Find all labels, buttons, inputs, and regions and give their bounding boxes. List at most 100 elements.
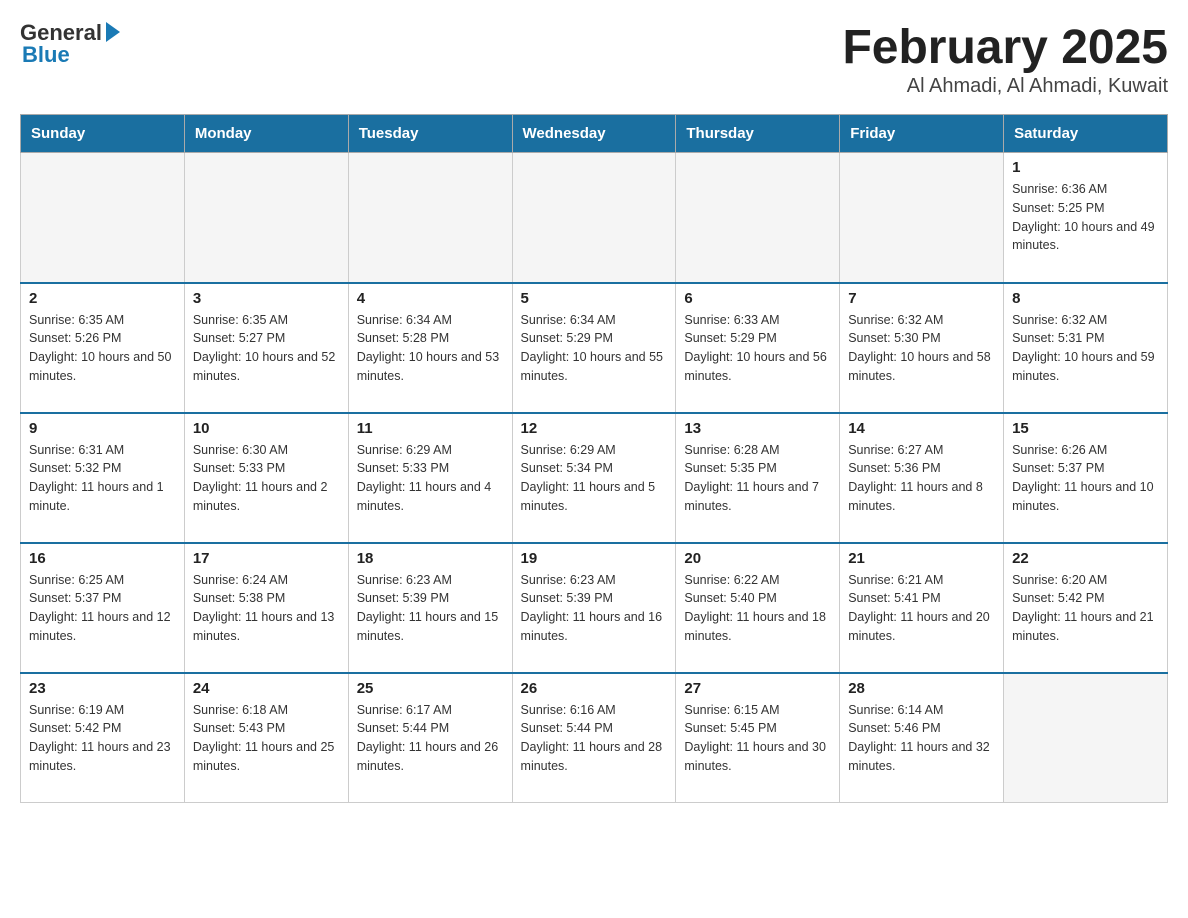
calendar-cell	[21, 153, 185, 283]
calendar-cell: 5 Sunrise: 6:34 AM Sunset: 5:29 PM Daylig…	[512, 283, 676, 413]
day-number: 24	[193, 680, 340, 697]
day-info: Sunrise: 6:29 AM Sunset: 5:33 PM Dayligh…	[357, 441, 504, 516]
day-info: Sunrise: 6:14 AM Sunset: 5:46 PM Dayligh…	[848, 701, 995, 776]
calendar-cell: 15 Sunrise: 6:26 AM Sunset: 5:37 PM Dayli…	[1004, 413, 1168, 543]
calendar-cell: 14Sunrise: 6:27 AM Sunset: 5:36 PM Dayli…	[840, 413, 1004, 543]
day-info: Sunrise: 6:34 AM Sunset: 5:28 PM Dayligh…	[357, 311, 504, 386]
calendar-cell: 28 Sunrise: 6:14 AM Sunset: 5:46 PM Dayli…	[840, 673, 1004, 803]
day-number: 20	[684, 550, 831, 567]
calendar-subtitle: Al Ahmadi, Al Ahmadi, Kuwait	[842, 75, 1168, 98]
day-info: Sunrise: 6:30 AM Sunset: 5:33 PM Dayligh…	[193, 441, 340, 516]
calendar-cell: 3Sunrise: 6:35 AM Sunset: 5:27 PM Daylig…	[184, 283, 348, 413]
day-number: 12	[521, 420, 668, 437]
calendar-cell	[840, 153, 1004, 283]
calendar-cell: 4 Sunrise: 6:34 AM Sunset: 5:28 PM Daylig…	[348, 283, 512, 413]
day-info: Sunrise: 6:20 AM Sunset: 5:42 PM Dayligh…	[1012, 571, 1159, 646]
calendar-week-3: 9 Sunrise: 6:31 AM Sunset: 5:32 PM Daylig…	[21, 413, 1168, 543]
calendar-cell: 21Sunrise: 6:21 AM Sunset: 5:41 PM Dayli…	[840, 543, 1004, 673]
day-info: Sunrise: 6:19 AM Sunset: 5:42 PM Dayligh…	[29, 701, 176, 776]
day-number: 26	[521, 680, 668, 697]
calendar-cell: 22 Sunrise: 6:20 AM Sunset: 5:42 PM Dayli…	[1004, 543, 1168, 673]
day-number: 13	[684, 420, 831, 437]
calendar-cell: 9 Sunrise: 6:31 AM Sunset: 5:32 PM Daylig…	[21, 413, 185, 543]
day-number: 25	[357, 680, 504, 697]
day-info: Sunrise: 6:18 AM Sunset: 5:43 PM Dayligh…	[193, 701, 340, 776]
day-number: 17	[193, 550, 340, 567]
col-tuesday: Tuesday	[348, 115, 512, 153]
calendar-cell: 23 Sunrise: 6:19 AM Sunset: 5:42 PM Dayli…	[21, 673, 185, 803]
day-number: 5	[521, 290, 668, 307]
day-info: Sunrise: 6:28 AM Sunset: 5:35 PM Dayligh…	[684, 441, 831, 516]
day-number: 23	[29, 680, 176, 697]
logo-blue-text: Blue	[20, 42, 70, 68]
day-info: Sunrise: 6:21 AM Sunset: 5:41 PM Dayligh…	[848, 571, 995, 646]
calendar-week-5: 23 Sunrise: 6:19 AM Sunset: 5:42 PM Dayli…	[21, 673, 1168, 803]
day-info: Sunrise: 6:22 AM Sunset: 5:40 PM Dayligh…	[684, 571, 831, 646]
day-number: 18	[357, 550, 504, 567]
calendar-cell: 6Sunrise: 6:33 AM Sunset: 5:29 PM Daylig…	[676, 283, 840, 413]
calendar-cell: 12 Sunrise: 6:29 AM Sunset: 5:34 PM Dayli…	[512, 413, 676, 543]
calendar-table: Sunday Monday Tuesday Wednesday Thursday…	[20, 114, 1168, 803]
day-number: 16	[29, 550, 176, 567]
col-friday: Friday	[840, 115, 1004, 153]
calendar-cell: 20 Sunrise: 6:22 AM Sunset: 5:40 PM Dayli…	[676, 543, 840, 673]
day-info: Sunrise: 6:35 AM Sunset: 5:26 PM Dayligh…	[29, 311, 176, 386]
day-number: 22	[1012, 550, 1159, 567]
logo: General Blue	[20, 20, 120, 68]
title-block: February 2025 Al Ahmadi, Al Ahmadi, Kuwa…	[842, 20, 1168, 98]
day-info: Sunrise: 6:32 AM Sunset: 5:30 PM Dayligh…	[848, 311, 995, 386]
day-info: Sunrise: 6:17 AM Sunset: 5:44 PM Dayligh…	[357, 701, 504, 776]
day-number: 27	[684, 680, 831, 697]
day-info: Sunrise: 6:27 AM Sunset: 5:36 PM Dayligh…	[848, 441, 995, 516]
day-number: 3	[193, 290, 340, 307]
calendar-cell: 1 Sunrise: 6:36 AM Sunset: 5:25 PM Daylig…	[1004, 153, 1168, 283]
col-monday: Monday	[184, 115, 348, 153]
calendar-cell	[348, 153, 512, 283]
day-info: Sunrise: 6:31 AM Sunset: 5:32 PM Dayligh…	[29, 441, 176, 516]
day-info: Sunrise: 6:16 AM Sunset: 5:44 PM Dayligh…	[521, 701, 668, 776]
calendar-cell: 19Sunrise: 6:23 AM Sunset: 5:39 PM Dayli…	[512, 543, 676, 673]
calendar-cell	[184, 153, 348, 283]
calendar-cell: 10 Sunrise: 6:30 AM Sunset: 5:33 PM Dayli…	[184, 413, 348, 543]
day-number: 10	[193, 420, 340, 437]
calendar-week-4: 16 Sunrise: 6:25 AM Sunset: 5:37 PM Dayli…	[21, 543, 1168, 673]
calendar-cell: 25 Sunrise: 6:17 AM Sunset: 5:44 PM Dayli…	[348, 673, 512, 803]
day-number: 15	[1012, 420, 1159, 437]
calendar-cell: 7 Sunrise: 6:32 AM Sunset: 5:30 PM Daylig…	[840, 283, 1004, 413]
calendar-cell: 18 Sunrise: 6:23 AM Sunset: 5:39 PM Dayli…	[348, 543, 512, 673]
calendar-cell: 11 Sunrise: 6:29 AM Sunset: 5:33 PM Dayli…	[348, 413, 512, 543]
day-number: 2	[29, 290, 176, 307]
col-saturday: Saturday	[1004, 115, 1168, 153]
calendar-header-row: Sunday Monday Tuesday Wednesday Thursday…	[21, 115, 1168, 153]
calendar-cell	[1004, 673, 1168, 803]
calendar-title: February 2025	[842, 20, 1168, 75]
calendar-cell: 2 Sunrise: 6:35 AM Sunset: 5:26 PM Daylig…	[21, 283, 185, 413]
calendar-cell	[512, 153, 676, 283]
day-number: 28	[848, 680, 995, 697]
calendar-cell	[676, 153, 840, 283]
day-info: Sunrise: 6:23 AM Sunset: 5:39 PM Dayligh…	[357, 571, 504, 646]
day-number: 11	[357, 420, 504, 437]
calendar-cell: 17Sunrise: 6:24 AM Sunset: 5:38 PM Dayli…	[184, 543, 348, 673]
col-wednesday: Wednesday	[512, 115, 676, 153]
calendar-cell: 8Sunrise: 6:32 AM Sunset: 5:31 PM Daylig…	[1004, 283, 1168, 413]
day-number: 9	[29, 420, 176, 437]
day-number: 6	[684, 290, 831, 307]
day-info: Sunrise: 6:26 AM Sunset: 5:37 PM Dayligh…	[1012, 441, 1159, 516]
day-info: Sunrise: 6:34 AM Sunset: 5:29 PM Dayligh…	[521, 311, 668, 386]
day-number: 8	[1012, 290, 1159, 307]
col-thursday: Thursday	[676, 115, 840, 153]
calendar-cell: 26 Sunrise: 6:16 AM Sunset: 5:44 PM Dayli…	[512, 673, 676, 803]
day-info: Sunrise: 6:25 AM Sunset: 5:37 PM Dayligh…	[29, 571, 176, 646]
logo-triangle-icon	[106, 22, 120, 42]
day-number: 4	[357, 290, 504, 307]
day-info: Sunrise: 6:15 AM Sunset: 5:45 PM Dayligh…	[684, 701, 831, 776]
col-sunday: Sunday	[21, 115, 185, 153]
day-number: 1	[1012, 159, 1159, 176]
day-info: Sunrise: 6:36 AM Sunset: 5:25 PM Dayligh…	[1012, 180, 1159, 255]
calendar-week-2: 2 Sunrise: 6:35 AM Sunset: 5:26 PM Daylig…	[21, 283, 1168, 413]
calendar-cell: 24 Sunrise: 6:18 AM Sunset: 5:43 PM Dayli…	[184, 673, 348, 803]
day-info: Sunrise: 6:29 AM Sunset: 5:34 PM Dayligh…	[521, 441, 668, 516]
day-number: 7	[848, 290, 995, 307]
day-info: Sunrise: 6:23 AM Sunset: 5:39 PM Dayligh…	[521, 571, 668, 646]
